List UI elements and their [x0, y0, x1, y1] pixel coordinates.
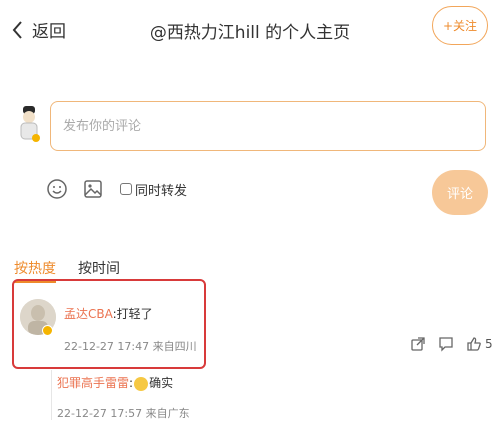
reply-divider [51, 370, 52, 420]
share-icon[interactable] [410, 336, 426, 352]
comment-input[interactable] [50, 101, 486, 151]
laugh-emoji-icon [134, 376, 149, 391]
reply-username[interactable]: 犯罪高手雷雷 [57, 374, 129, 391]
submit-comment-button[interactable]: 评论 [432, 170, 488, 215]
composer-tools: 同时转发 [46, 178, 187, 200]
avatar [17, 104, 43, 144]
comment-item: 孟达CBA:打轻了 22-12-27 17:47 来自四川 [12, 279, 206, 369]
top-bar: 返回 @西热力江hill 的个人主页 +关注 [0, 0, 500, 62]
like-button[interactable]: 5 [466, 336, 493, 352]
comment-actions: 5 [410, 336, 493, 352]
reply-meta: 22-12-27 17:57 来自广东 [57, 407, 190, 420]
comment-meta: 22-12-27 17:47 来自四川 [64, 340, 197, 353]
repost-label: 同时转发 [135, 183, 188, 199]
comment-content: 孟达CBA:打轻了 [64, 305, 153, 322]
page-title: @西热力江hill 的个人主页 [149, 23, 351, 43]
reply-separator: : [129, 375, 134, 390]
image-icon[interactable] [82, 178, 104, 200]
like-count: 5 [485, 337, 493, 351]
reply-text: 确实 [149, 376, 174, 390]
comment-username[interactable]: 孟达CBA [64, 307, 113, 321]
checkbox-box[interactable] [120, 183, 132, 195]
comment-icon[interactable] [438, 336, 454, 352]
follow-button[interactable]: +关注 [432, 6, 488, 45]
thumbs-up-icon [467, 337, 481, 351]
emoji-icon[interactable] [46, 178, 68, 200]
verified-badge-icon [42, 325, 53, 336]
repost-checkbox[interactable]: 同时转发 [120, 180, 187, 199]
comment-text: 打轻了 [116, 307, 153, 321]
reply-content: 犯罪高手雷雷: 确实 [57, 374, 173, 391]
